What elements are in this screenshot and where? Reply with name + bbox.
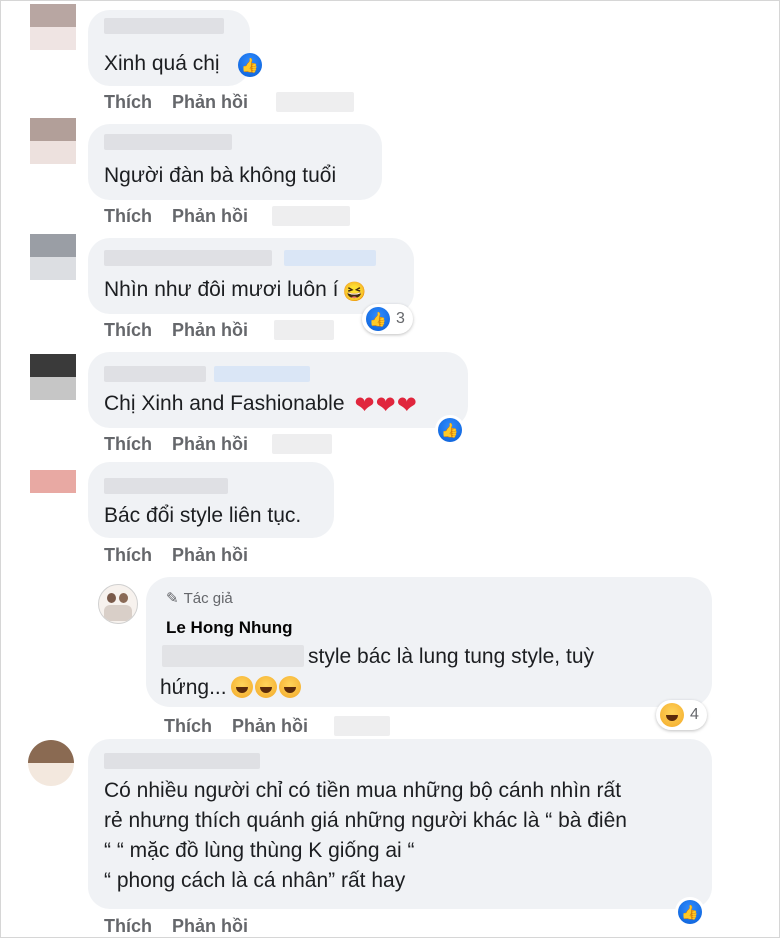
laughing-face-icon — [278, 676, 301, 698]
comment-bubble: Bác đổi style liên tục. — [88, 462, 334, 538]
timestamp-blurred[interactable] — [274, 320, 334, 340]
timestamp-blurred[interactable] — [272, 206, 350, 226]
reply-text-content: hứng... — [160, 676, 227, 699]
comment-actions: Thích Phản hồi — [104, 916, 268, 937]
author-name-blurred[interactable] — [104, 753, 260, 769]
like-button[interactable]: Thích — [104, 92, 152, 112]
heart-icon: ❤ — [375, 392, 396, 419]
mention-blurred[interactable] — [162, 645, 304, 667]
reply-button[interactable]: Phản hồi — [172, 206, 248, 226]
comment-text-line: “ “ mặc đồ lùng thùng K giống ai “ — [104, 839, 415, 862]
avatar[interactable] — [30, 470, 76, 516]
comment-text: Nhìn như đôi mươi luôn í 😆 — [104, 274, 366, 305]
reply-button[interactable]: Phản hồi — [232, 716, 308, 736]
comment-text-line: rẻ nhưng thích quánh giá những người khá… — [104, 809, 627, 832]
laughing-face-icon: 😆 — [342, 282, 367, 303]
laughing-face-icon — [230, 676, 253, 698]
thumbs-up-icon: 👍 — [438, 418, 462, 442]
comment-actions: Thích Phản hồi — [104, 206, 268, 227]
pencil-icon: ✎ — [166, 590, 179, 607]
reply-button[interactable]: Phản hồi — [172, 92, 248, 112]
comment-actions: Thích Phản hồi — [104, 434, 268, 455]
comment-bubble: Nhìn như đôi mươi luôn í 😆 — [88, 238, 414, 314]
timestamp-blurred[interactable] — [334, 716, 390, 736]
heart-icon: ❤ — [396, 392, 417, 419]
follow-link-blurred[interactable] — [284, 250, 376, 266]
laughing-face-icon — [660, 703, 684, 727]
avatar[interactable] — [30, 4, 76, 50]
comment-actions: Thích Phản hồi — [104, 320, 268, 341]
reaction-summary[interactable]: 4 — [656, 700, 707, 730]
laughing-face-icon — [254, 676, 277, 698]
author-name-blurred[interactable] — [104, 134, 232, 150]
comment-text-content: Chị Xinh and Fashionable — [104, 392, 345, 415]
thumbs-up-icon: 👍 — [238, 53, 262, 77]
thumbs-up-icon: 👍 — [678, 900, 702, 924]
reply-button[interactable]: Phản hồi — [172, 916, 248, 936]
avatar[interactable] — [30, 354, 76, 400]
like-button[interactable]: Thích — [104, 320, 152, 340]
reply-button[interactable]: Phản hồi — [172, 434, 248, 454]
reply-text-line: hứng... — [160, 672, 301, 703]
comment-bubble: Xinh quá chị — [88, 10, 250, 86]
like-button[interactable]: Thích — [104, 434, 152, 454]
comment-text: Người đàn bà không tuổi — [104, 164, 337, 187]
comment-bubble: Người đàn bà không tuổi — [88, 124, 382, 200]
author-badge-label: Tác giả — [183, 590, 233, 607]
reaction-count: 3 — [396, 310, 405, 327]
author-name-blurred[interactable] — [104, 250, 272, 266]
thumbs-up-icon: 👍 — [366, 307, 390, 331]
reply-button[interactable]: Phản hồi — [172, 320, 248, 340]
follow-link-blurred[interactable] — [214, 366, 310, 382]
author-name-blurred[interactable] — [104, 478, 228, 494]
timestamp-blurred[interactable] — [276, 92, 354, 112]
avatar[interactable] — [30, 118, 76, 164]
comment-text: Bác đổi style liên tục. — [104, 504, 302, 527]
like-button[interactable]: Thích — [104, 206, 152, 226]
like-button[interactable]: Thích — [104, 916, 152, 936]
comment-text: Xinh quá chị — [104, 52, 220, 75]
author-name-blurred[interactable] — [104, 366, 206, 382]
author-name[interactable]: Le Hong Nhung — [166, 618, 293, 638]
comment-actions: Thích Phản hồi — [104, 92, 268, 113]
author-avatar[interactable] — [98, 584, 138, 624]
heart-icon: ❤ — [354, 392, 375, 419]
like-reaction-badge[interactable]: 👍 — [678, 900, 702, 924]
reply-bubble: ✎ Tác giả Le Hong Nhung style bác là lung… — [146, 577, 712, 707]
comment-text-content: Nhìn như đôi mươi luôn í — [104, 278, 339, 301]
avatar[interactable] — [30, 234, 76, 280]
like-reaction-badge[interactable]: 👍 — [438, 418, 462, 442]
comment-text: Chị Xinh and Fashionable ❤❤❤ — [104, 388, 417, 419]
timestamp-blurred[interactable] — [272, 434, 332, 454]
like-button[interactable]: Thích — [164, 716, 212, 736]
reply-actions: Thích Phản hồi — [164, 716, 328, 737]
comment-text-line: Có nhiều người chỉ có tiền mua những bộ … — [104, 779, 622, 802]
comment-actions: Thích Phản hồi — [104, 545, 268, 566]
comment-text-line: “ phong cách là cá nhân” rất hay — [104, 869, 406, 892]
comment-bubble: Chị Xinh and Fashionable ❤❤❤ — [88, 352, 468, 428]
comment-bubble: Có nhiều người chỉ có tiền mua những bộ … — [88, 739, 712, 909]
like-reaction-badge[interactable]: 👍 — [238, 53, 262, 77]
author-badge: ✎ Tác giả — [166, 589, 233, 607]
reaction-count: 4 — [690, 706, 699, 723]
reply-button[interactable]: Phản hồi — [172, 545, 248, 565]
reaction-summary[interactable]: 👍 3 — [362, 304, 413, 334]
reply-text-line: style bác là lung tung style, tuỳ — [308, 645, 594, 668]
like-button[interactable]: Thích — [104, 545, 152, 565]
avatar[interactable] — [28, 740, 74, 786]
author-name-blurred[interactable] — [104, 18, 224, 34]
